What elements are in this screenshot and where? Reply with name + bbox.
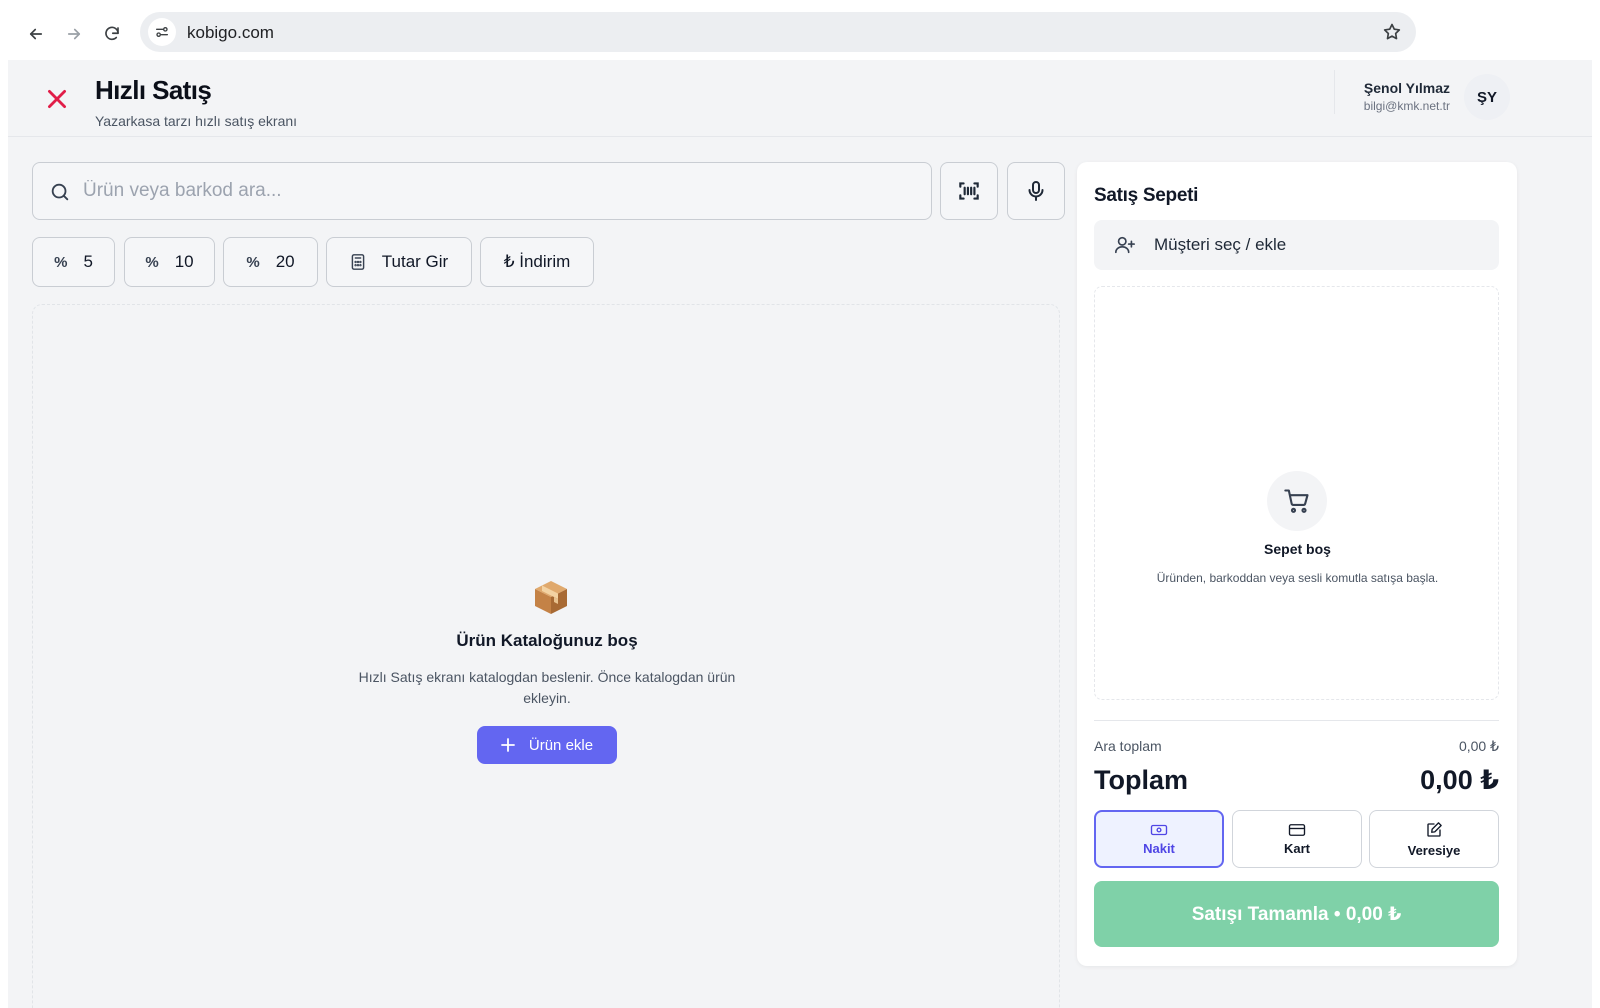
- note-edit-icon: [1427, 821, 1442, 837]
- voice-input-button[interactable]: [1007, 162, 1065, 220]
- add-product-button[interactable]: Ürün ekle: [477, 726, 617, 764]
- add-product-label: Ürün ekle: [528, 736, 594, 754]
- cash-icon: [1150, 824, 1168, 835]
- discount-5-button[interactable]: % 5: [32, 237, 115, 287]
- close-icon[interactable]: [44, 86, 70, 112]
- subtotal-value: 0,00 ₺: [1458, 738, 1499, 754]
- cart-divider: [1094, 720, 1499, 721]
- site-info-icon[interactable]: [148, 18, 176, 46]
- back-icon[interactable]: [22, 20, 50, 48]
- chip-label: 5: [83, 252, 93, 271]
- select-customer-label: Müşteri seç / ekle: [1154, 235, 1287, 254]
- catalog-empty-description: Hızlı Satış ekranı katalogdan beslenir. …: [358, 669, 736, 706]
- search-icon: [49, 181, 71, 203]
- bookmark-star-icon[interactable]: [1382, 22, 1402, 42]
- percent-icon: %: [246, 253, 260, 271]
- browser-toolbar: kobigo.com: [8, 8, 1592, 60]
- subtotal-label: Ara toplam: [1094, 738, 1162, 754]
- page-subtitle: Yazarkasa tarzı hızlı satış ekranı: [95, 113, 298, 129]
- payment-label: Kart: [1283, 840, 1310, 856]
- url-text[interactable]: kobigo.com: [187, 23, 274, 43]
- calculator-icon: [351, 254, 365, 270]
- user-email: bilgi@kmk.net.tr: [1363, 99, 1450, 113]
- cart-empty-icon-wrapper: [1267, 471, 1327, 531]
- app-window: kobigo.com Hızlı Satış Yazarkasa tarzı h…: [8, 8, 1592, 1008]
- address-bar[interactable]: kobigo.com: [140, 12, 1416, 52]
- app-header: Hızlı Satış Yazarkasa tarzı hızlı satış …: [8, 60, 1592, 137]
- page-title: Hızlı Satış: [95, 75, 212, 105]
- discount-20-button[interactable]: % 20: [223, 237, 318, 287]
- header-divider: [1334, 70, 1335, 114]
- discount-10-button[interactable]: % 10: [124, 237, 215, 287]
- chip-label: ₺ İndirim: [503, 252, 571, 271]
- search-box[interactable]: [32, 162, 932, 220]
- complete-sale-button[interactable]: Satışı Tamamla • 0,00 ₺: [1094, 881, 1499, 947]
- percent-icon: %: [54, 253, 68, 271]
- user-plus-icon: [1115, 236, 1135, 254]
- payment-label: Veresiye: [1407, 842, 1461, 858]
- shopping-cart-icon: [1284, 489, 1309, 513]
- chip-label: 20: [275, 252, 295, 271]
- cart-items-area: Sepet boş Üründen, barkoddan veya sesli …: [1094, 286, 1499, 700]
- payment-card-button[interactable]: Kart: [1232, 810, 1362, 868]
- forward-icon[interactable]: [60, 20, 88, 48]
- catalog-empty-title: Ürün Kataloğunuz boş: [456, 631, 638, 650]
- lira-discount-button[interactable]: ₺ İndirim: [480, 237, 594, 287]
- package-icon: [531, 577, 571, 617]
- plus-icon: [500, 738, 515, 752]
- cart-title: Satış Sepeti: [1094, 185, 1199, 206]
- chip-label: Tutar Gir: [381, 252, 449, 271]
- user-name: Şenol Yılmaz: [1363, 80, 1450, 96]
- barcode-scan-button[interactable]: [940, 162, 998, 220]
- search-input[interactable]: [83, 171, 913, 211]
- cart-empty-title: Sepet boş: [1264, 541, 1331, 557]
- reload-icon[interactable]: [98, 20, 126, 48]
- payment-credit-button[interactable]: Veresiye: [1369, 810, 1499, 868]
- payment-label: Nakit: [1143, 840, 1175, 856]
- barcode-scan-icon: [959, 182, 979, 200]
- avatar[interactable]: ŞY: [1464, 74, 1510, 120]
- cart-empty-description: Üründen, barkoddan veya sesli komutla sa…: [1156, 571, 1439, 585]
- payment-cash-button[interactable]: Nakit: [1094, 810, 1224, 868]
- total-label: Toplam: [1094, 765, 1188, 795]
- microphone-icon: [1028, 181, 1044, 201]
- credit-card-icon: [1288, 823, 1306, 836]
- product-catalog-area: Ürün Kataloğunuz boş Hızlı Satış ekranı …: [32, 304, 1060, 1008]
- select-customer-button[interactable]: Müşteri seç / ekle: [1094, 220, 1499, 270]
- enter-amount-button[interactable]: Tutar Gir: [326, 237, 472, 287]
- sales-cart-panel: Satış Sepeti Müşteri seç / ekle Sepet bo…: [1077, 162, 1517, 966]
- percent-icon: %: [145, 253, 159, 271]
- total-value: 0,00 ₺: [1420, 765, 1499, 795]
- chip-label: 10: [174, 252, 194, 271]
